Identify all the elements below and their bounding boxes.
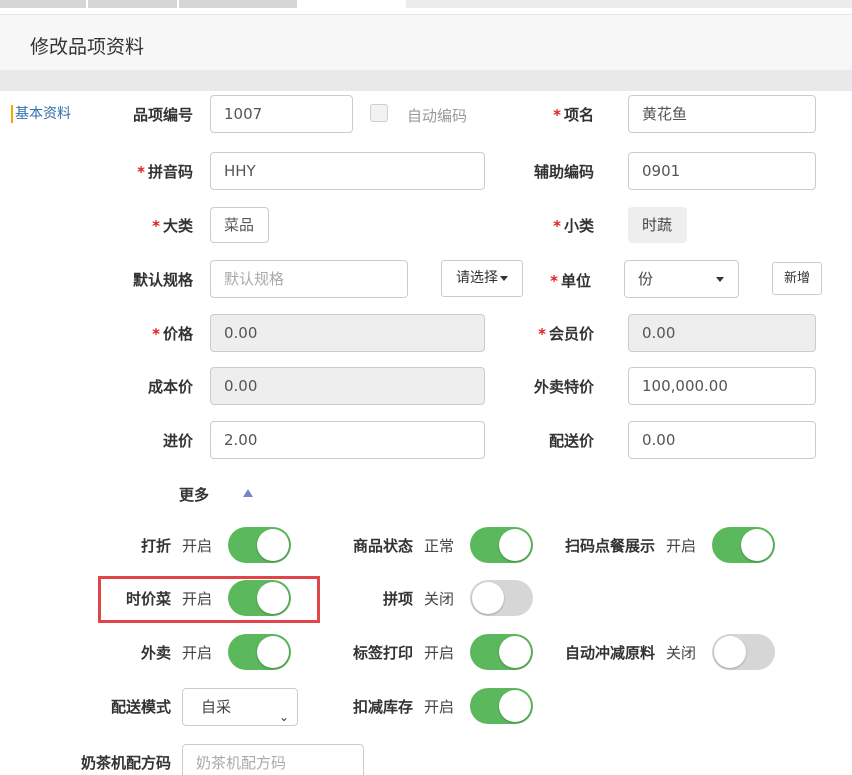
combo-item-label: 拼项 <box>382 590 413 608</box>
subcategory-label: * 小类 <box>553 217 594 235</box>
switch-knob <box>257 582 289 614</box>
unit-select[interactable]: 份 <box>624 260 739 298</box>
product-status-state: 正常 <box>424 537 455 555</box>
subcategory-field[interactable]: 时蔬 <box>628 207 687 243</box>
caret-down-icon <box>500 275 508 281</box>
switch-knob <box>499 636 531 668</box>
combo-item-switch[interactable] <box>470 580 533 616</box>
member-price-label: * 会员价 <box>538 325 594 343</box>
milk-tea-label: 奶茶机配方码 <box>80 754 171 772</box>
product-status-switch[interactable] <box>470 527 533 563</box>
deduct-stock-switch[interactable] <box>470 688 533 724</box>
code-input[interactable]: 1007 <box>210 95 353 133</box>
auto-code-checkbox[interactable] <box>370 104 388 122</box>
default-spec-input[interactable]: 默认规格 <box>210 260 408 298</box>
pinyin-label: * 拼音码 <box>137 163 193 181</box>
switch-knob <box>257 636 289 668</box>
scan-order-switch[interactable] <box>712 527 775 563</box>
title-bar: 修改品项资料 <box>0 14 852 70</box>
takeout-label: 外卖 <box>140 644 171 662</box>
page-title: 修改品项资料 <box>30 36 145 58</box>
seasonal-dish-state: 开启 <box>182 590 213 608</box>
discount-label: 打折 <box>140 537 171 555</box>
switch-knob <box>499 529 531 561</box>
delivery-price-input[interactable]: 0.00 <box>628 421 816 459</box>
tab-3[interactable] <box>179 0 298 8</box>
tab-1[interactable] <box>0 0 87 8</box>
collapse-up-icon[interactable] <box>243 489 253 497</box>
name-label: * 项名 <box>553 106 594 124</box>
aux-code-label: 辅助编码 <box>533 163 594 181</box>
price-input[interactable]: 0.00 <box>210 314 485 352</box>
side-tab-basic-info[interactable]: 基本资料 <box>11 105 71 123</box>
chevron-down-icon: ⌄ <box>278 710 289 724</box>
takeout-state: 开启 <box>182 644 213 662</box>
switch-knob <box>257 529 289 561</box>
scan-order-state: 开启 <box>666 537 697 555</box>
deduct-stock-state: 开启 <box>424 698 455 716</box>
product-status-label: 商品状态 <box>352 537 413 555</box>
code-label: 品项编号 <box>132 106 193 124</box>
auto-deduct-switch[interactable] <box>712 634 775 670</box>
takeout-special-input[interactable]: 100,000.00 <box>628 367 816 405</box>
seasonal-dish-switch[interactable] <box>228 580 291 616</box>
label-print-state: 开启 <box>424 644 455 662</box>
unit-label: * 单位 <box>550 272 591 290</box>
scan-order-label: 扫码点餐展示 <box>564 537 655 555</box>
label-print-label: 标签打印 <box>352 644 413 662</box>
switch-knob <box>741 529 773 561</box>
delivery-mode-label: 配送模式 <box>110 698 171 716</box>
takeout-special-label: 外卖特价 <box>533 378 594 396</box>
discount-switch[interactable] <box>228 527 291 563</box>
delivery-mode-select[interactable]: 自采 ⌄ <box>182 688 298 726</box>
combo-item-state: 关闭 <box>424 590 455 608</box>
tab-strip <box>0 0 852 9</box>
category-field[interactable]: 菜品 <box>210 207 269 243</box>
tab-strip-filler <box>406 0 852 8</box>
auto-code-label: 自动编码 <box>407 107 468 125</box>
cost-price-input[interactable]: 0.00 <box>210 367 485 405</box>
switch-knob <box>472 582 504 614</box>
unit-add-button[interactable]: 新增 <box>772 262 822 295</box>
purchase-price-input[interactable]: 2.00 <box>210 421 485 459</box>
seasonal-dish-label: 时价菜 <box>125 590 171 608</box>
label-print-switch[interactable] <box>470 634 533 670</box>
cost-price-label: 成本价 <box>147 378 193 396</box>
caret-down-icon <box>716 277 724 282</box>
member-price-input[interactable]: 0.00 <box>628 314 816 352</box>
takeout-switch[interactable] <box>228 634 291 670</box>
price-label: * 价格 <box>152 325 193 343</box>
discount-state: 开启 <box>182 537 213 555</box>
aux-code-input[interactable]: 0901 <box>628 152 816 190</box>
deduct-stock-label: 扣减库存 <box>352 698 413 716</box>
purchase-price-label: 进价 <box>162 432 193 450</box>
switch-knob <box>714 636 746 668</box>
more-toggle-label[interactable]: 更多 <box>179 484 209 505</box>
tab-2[interactable] <box>88 0 178 8</box>
delivery-price-label: 配送价 <box>548 432 594 450</box>
divider-band <box>0 70 852 91</box>
auto-deduct-label: 自动冲减原料 <box>564 644 655 662</box>
default-spec-label: 默认规格 <box>132 271 193 289</box>
auto-deduct-state: 关闭 <box>666 644 697 662</box>
category-label: * 大类 <box>152 217 193 235</box>
pinyin-input[interactable]: HHY <box>210 152 485 190</box>
spec-select-button[interactable]: 请选择 <box>441 260 523 297</box>
switch-knob <box>499 690 531 722</box>
milk-tea-input[interactable]: 奶茶机配方码 <box>182 744 364 775</box>
name-input[interactable]: 黄花鱼 <box>628 95 816 133</box>
